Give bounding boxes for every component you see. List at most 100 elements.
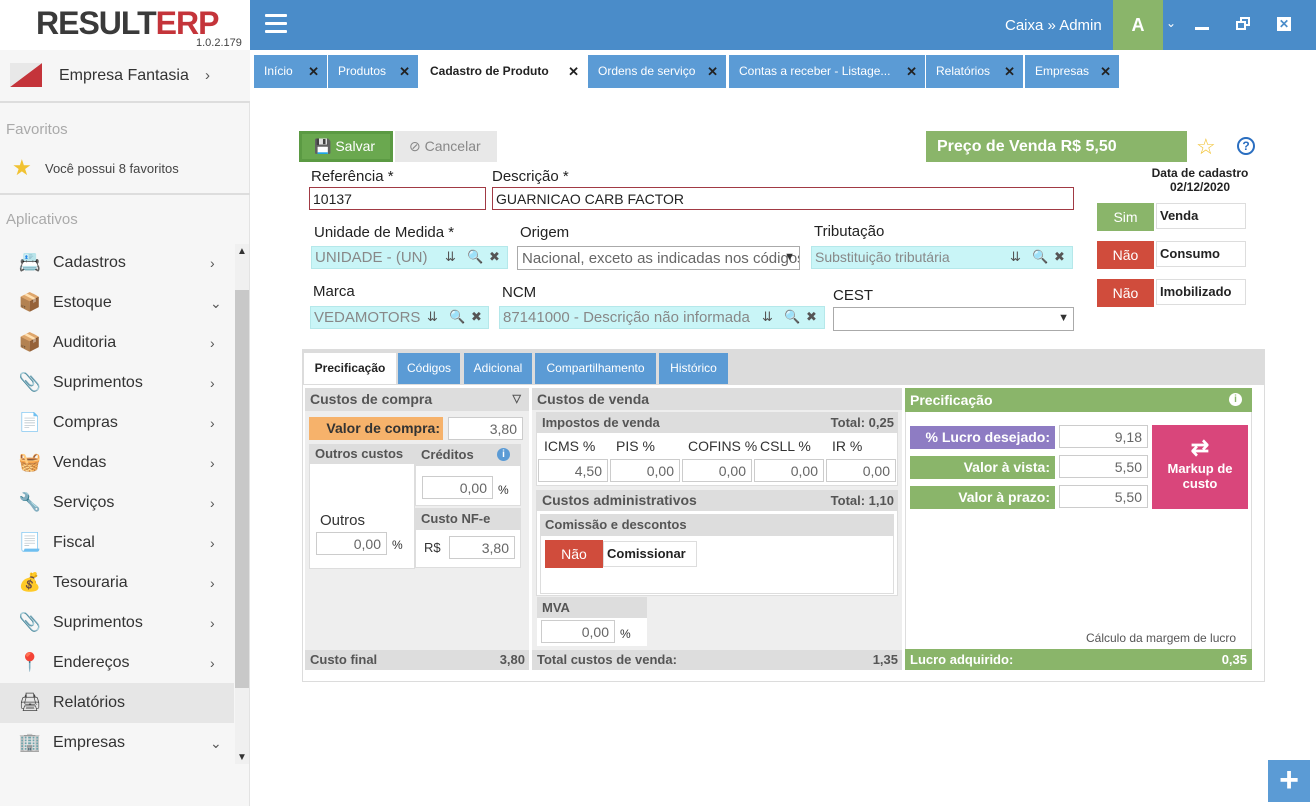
close-tab-icon[interactable]: ✕ (308, 55, 319, 88)
close-tab-icon[interactable]: ✕ (906, 55, 917, 88)
mva-input[interactable]: 0,00 (541, 620, 615, 643)
tax-input[interactable]: 0,00 (754, 459, 824, 482)
tab-6[interactable]: Empresas ✕ (1025, 55, 1120, 88)
cancel-button[interactable]: ⊘ Cancelar (395, 131, 497, 162)
lucro-desejado-input[interactable]: 9,18 (1059, 425, 1148, 448)
user-label[interactable]: Caixa » Admin (1005, 17, 1102, 34)
minimize-icon[interactable] (1195, 27, 1209, 30)
close-tab-icon[interactable]: ✕ (568, 55, 579, 88)
tab-precificacao[interactable]: Precificação (304, 353, 396, 384)
clear-icon[interactable]: ✖ (489, 249, 500, 265)
tab-0[interactable]: Início ✕ (254, 55, 328, 88)
origem-label: Origem (520, 224, 570, 241)
tab-2[interactable]: Cadastro de Produto ✕ (420, 55, 588, 88)
comissionar-label: Comissionar (603, 541, 697, 567)
tax-input[interactable]: 0,00 (610, 459, 680, 482)
sidebar-item-empresas[interactable]: 🏢 Empresas ⌄ (0, 723, 234, 763)
descricao-input[interactable]: GUARNICAO CARB FACTOR (492, 187, 1074, 210)
double-chevron-icon[interactable]: ⇊ (762, 309, 773, 325)
sidebar-item-enderecos[interactable]: 📍 Endereços › (0, 643, 234, 683)
tab-adicional[interactable]: Adicional (464, 353, 532, 384)
origem-select[interactable]: Nacional, exceto as indicadas nos código… (517, 246, 800, 270)
sidebar-item-cadastros[interactable]: 📇 Cadastros › (0, 243, 234, 283)
tributacao-select[interactable]: Substituição tributária ⇊ 🔍 ✖ (811, 246, 1073, 269)
outros-custos-header: Outros custos (310, 444, 414, 464)
tab-4[interactable]: Contas a receber - Listage... ✕ (729, 55, 926, 88)
close-icon[interactable]: ✕ (1277, 17, 1291, 31)
sidebar-item-vendas[interactable]: 🧺 Vendas › (0, 443, 234, 483)
tax-header: ICMS % (544, 438, 596, 454)
close-tab-icon[interactable]: ✕ (1004, 55, 1015, 88)
sidebar-item-fiscal[interactable]: 📃 Fiscal › (0, 523, 234, 563)
scroll-up-icon[interactable]: ▲ (237, 246, 247, 257)
tab-codigos[interactable]: Códigos (398, 353, 460, 384)
save-button[interactable]: 💾 Salvar (299, 131, 393, 162)
comissionar-toggle[interactable]: Não (545, 540, 603, 568)
document-icon: 📃 (18, 532, 42, 552)
boxes-icon: 📦 (18, 332, 42, 352)
clear-icon[interactable]: ✖ (471, 309, 482, 325)
search-icon[interactable]: 🔍 (1032, 249, 1048, 265)
valor-avista-input[interactable]: 5,50 (1059, 455, 1148, 478)
logo-area: RESULTERP 1.0.2.179 (0, 0, 250, 50)
avatar[interactable]: A (1113, 0, 1163, 50)
tab-3[interactable]: Ordens de serviço ✕ (588, 55, 727, 88)
clear-icon[interactable]: ✖ (806, 309, 817, 325)
double-chevron-icon[interactable]: ⇊ (445, 249, 456, 265)
chevron-right-icon: › (210, 655, 215, 671)
marca-select[interactable]: VEDAMOTORS ⇊ 🔍 ✖ (310, 306, 489, 329)
venda-toggle[interactable]: Sim (1097, 203, 1154, 231)
clear-icon[interactable]: ✖ (1054, 249, 1065, 265)
unidade-select[interactable]: UNIDADE - (UN) ⇊ 🔍 ✖ (311, 246, 508, 269)
sidebar-item-estoque[interactable]: 📦 Estoque ⌄ (0, 283, 234, 323)
sidebar-item-relatorios[interactable]: 🖨 Relatórios (0, 683, 234, 723)
valor-aprazo-input[interactable]: 5,50 (1059, 485, 1148, 508)
favorites-count[interactable]: Você possui 8 favoritos (45, 161, 179, 176)
chevron-right-icon: › (210, 375, 215, 391)
add-button[interactable]: + (1268, 760, 1310, 802)
scroll-down-icon[interactable]: ▼ (237, 752, 247, 763)
tax-input[interactable]: 0,00 (826, 459, 896, 482)
precificacao-header: Precificação i (905, 388, 1252, 412)
tab-5[interactable]: Relatórios ✕ (926, 55, 1024, 88)
tab-1[interactable]: Produtos ✕ (328, 55, 419, 88)
tax-header: PIS % (616, 438, 655, 454)
close-tab-icon[interactable]: ✕ (1100, 55, 1111, 88)
outros-input[interactable]: 0,00 (316, 532, 387, 555)
sidebar-item-suprimentos[interactable]: 📎 Suprimentos › (0, 603, 234, 643)
help-icon[interactable]: ? (1237, 137, 1255, 155)
sidebar-item-auditoria[interactable]: 📦 Auditoria › (0, 323, 234, 363)
markup-button[interactable]: ⇄ Markup de custo (1152, 425, 1248, 509)
close-tab-icon[interactable]: ✕ (399, 55, 410, 88)
sidebar-item-compras[interactable]: 📄 Compras › (0, 403, 234, 443)
sidebar-scroll-thumb[interactable] (235, 290, 249, 688)
chevron-right-icon: › (210, 615, 215, 631)
cest-select[interactable]: ▼ (833, 307, 1074, 331)
tax-input[interactable]: 0,00 (682, 459, 752, 482)
tab-historico[interactable]: Histórico (659, 353, 728, 384)
consumo-toggle[interactable]: Não (1097, 241, 1154, 269)
creditos-input[interactable]: 0,00 (422, 476, 493, 499)
hamburger-menu-icon[interactable] (265, 14, 287, 34)
search-icon[interactable]: 🔍 (467, 249, 483, 265)
ncm-select[interactable]: 87141000 - Descrição não informada ⇊ 🔍 ✖ (499, 306, 825, 329)
valor-compra-input[interactable]: 3,80 (448, 417, 523, 440)
tax-input[interactable]: 4,50 (538, 459, 608, 482)
favorite-star-icon[interactable]: ☆ (1196, 134, 1216, 160)
user-dropdown-icon[interactable]: ⌄ (1166, 16, 1176, 30)
company-name[interactable]: Empresa Fantasia (59, 67, 189, 85)
close-tab-icon[interactable]: ✕ (707, 55, 718, 88)
search-icon[interactable]: 🔍 (784, 309, 800, 325)
restore-icon[interactable] (1236, 17, 1251, 31)
imobilizado-toggle[interactable]: Não (1097, 279, 1154, 307)
tab-compartilhamento[interactable]: Compartilhamento (535, 353, 656, 384)
double-chevron-icon[interactable]: ⇊ (427, 309, 438, 325)
tax-header: IR % (832, 438, 863, 454)
sidebar-item-suprimentos[interactable]: 📎 Suprimentos › (0, 363, 234, 403)
double-chevron-icon[interactable]: ⇊ (1010, 249, 1021, 265)
search-icon[interactable]: 🔍 (449, 309, 465, 325)
sidebar-item-tesouraria[interactable]: 💰 Tesouraria › (0, 563, 234, 603)
sidebar-item-servicos[interactable]: 🔧 Serviços › (0, 483, 234, 523)
referencia-input[interactable]: 10137 (309, 187, 486, 210)
custo-nfe-input[interactable]: 3,80 (449, 536, 515, 559)
